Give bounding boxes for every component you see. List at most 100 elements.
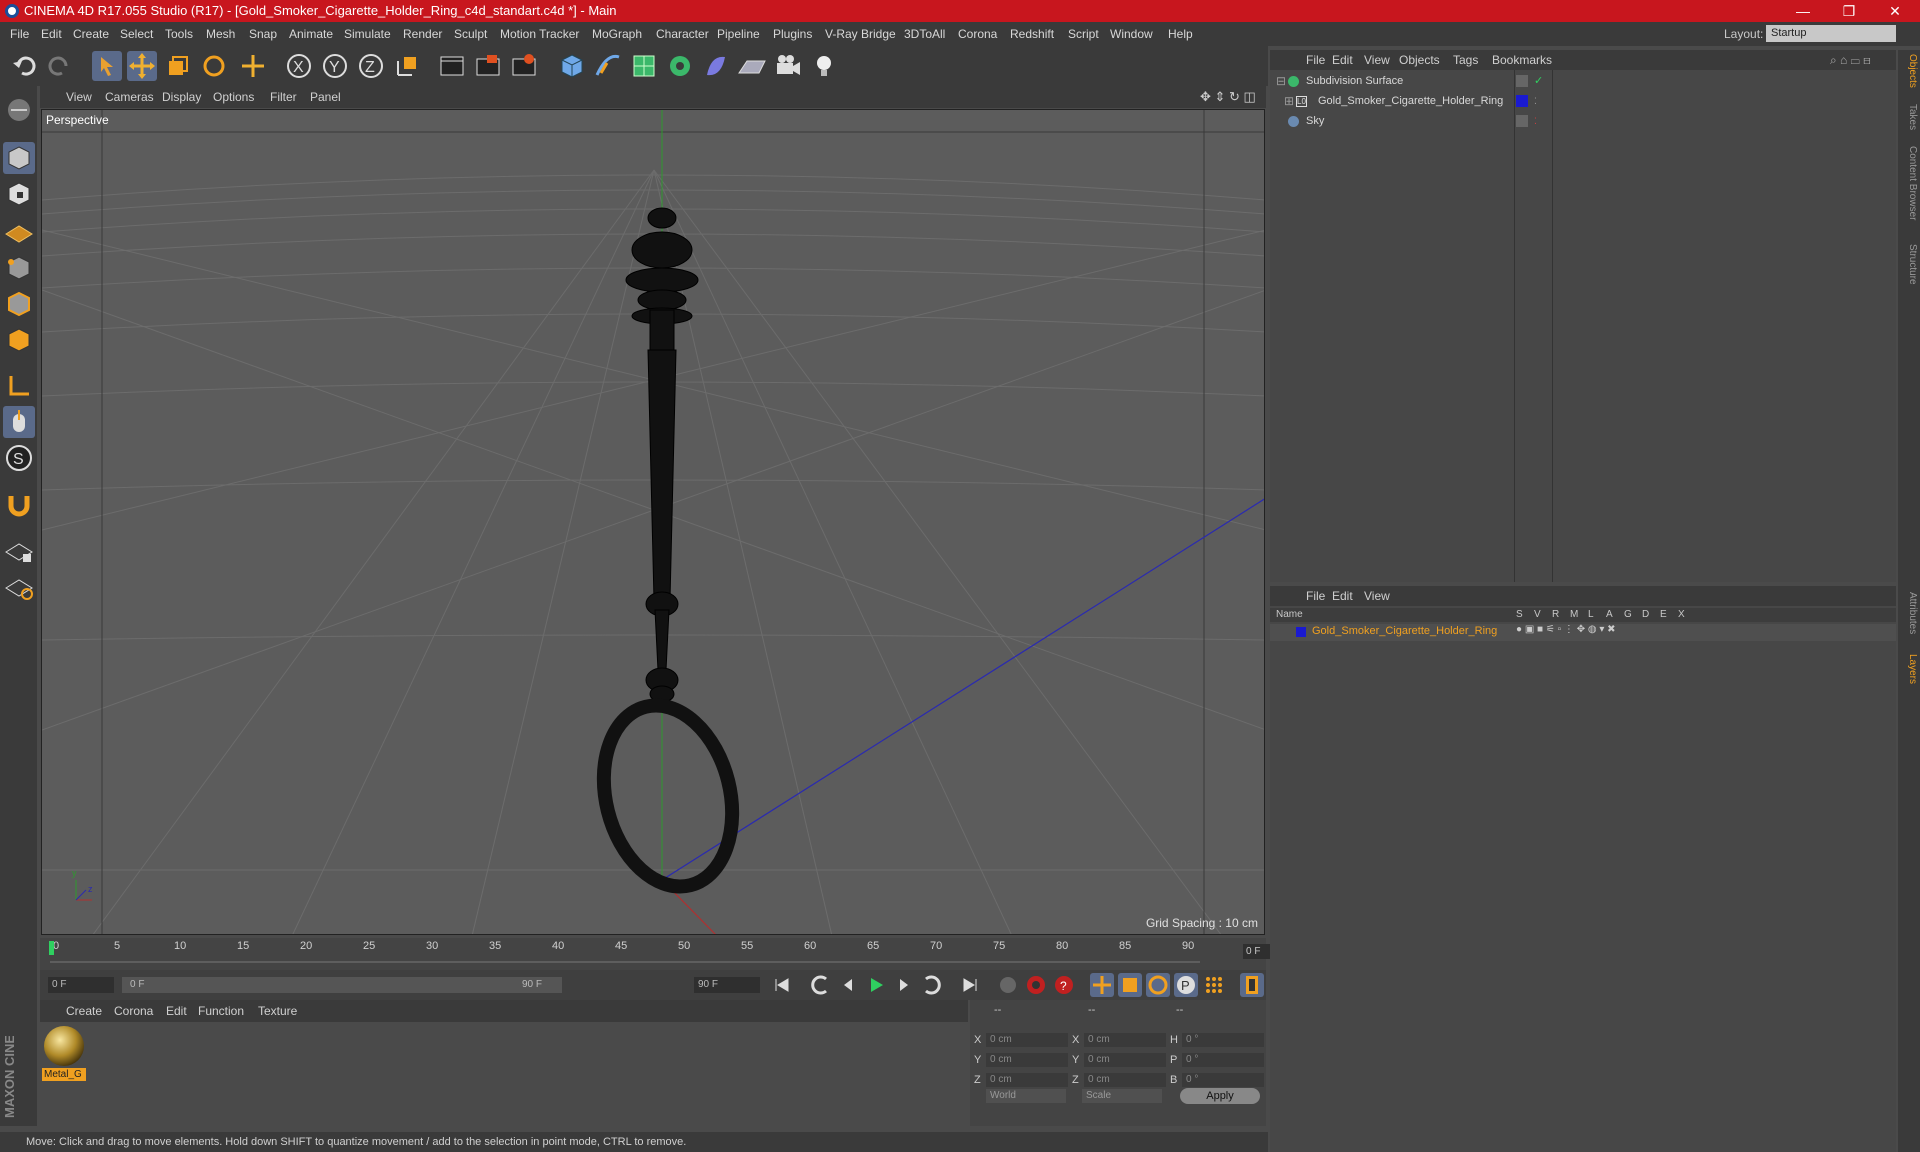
undo-icon[interactable] [10, 51, 40, 81]
go-to-end-icon[interactable] [958, 973, 982, 997]
layer-tag-icon[interactable] [1516, 115, 1528, 127]
viewport-menu-cameras[interactable]: Cameras [105, 86, 154, 108]
key-scale-icon[interactable] [1118, 973, 1142, 997]
position-z-field[interactable]: 0 cm [986, 1073, 1068, 1087]
keyframe-lock-icon[interactable] [996, 973, 1020, 997]
material-menu-texture[interactable]: Texture [258, 1000, 297, 1022]
autokey-icon[interactable]: ? [1052, 973, 1076, 997]
array-icon[interactable] [665, 51, 695, 81]
material-menu-function[interactable]: Function [198, 1000, 244, 1022]
z-axis-icon[interactable]: Z [356, 51, 386, 81]
texture-mode-icon[interactable] [3, 178, 35, 210]
render-picture-viewer-icon[interactable] [473, 51, 503, 81]
select-arrow-icon[interactable] [92, 51, 122, 81]
viewport-camera-label[interactable]: Perspective [46, 113, 109, 127]
go-to-start-icon[interactable] [770, 973, 794, 997]
layer-menu-file[interactable]: File [1306, 586, 1325, 606]
timeline[interactable]: 0 5 10 15 20 25 30 35 40 45 50 55 60 65 … [40, 938, 1306, 970]
previous-key-icon[interactable] [808, 973, 832, 997]
object-menu-bookmarks[interactable]: Bookmarks [1492, 50, 1552, 70]
snap-icon[interactable]: S [3, 442, 35, 474]
close-button[interactable]: ✕ [1872, 0, 1918, 22]
layer-color-icon[interactable] [1516, 95, 1528, 107]
menu-3dtoall[interactable]: 3DToAll [904, 22, 945, 46]
axis-icon[interactable] [3, 370, 35, 402]
position-x-field[interactable]: 0 cm [986, 1033, 1068, 1047]
play-icon[interactable] [864, 973, 888, 997]
material-item[interactable]: Metal_G [40, 1022, 90, 1084]
end-frame-field[interactable]: 90 F [694, 977, 760, 993]
tab-content-browser[interactable]: Content Browser [1900, 146, 1918, 220]
menu-corona[interactable]: Corona [958, 22, 997, 46]
object-menu-edit[interactable]: Edit [1332, 50, 1353, 70]
object-row[interactable]: ⊞ L0 Gold_Smoker_Cigarette_Holder_Ring ⁚ [1270, 92, 1896, 111]
menu-create[interactable]: Create [73, 22, 109, 46]
apply-button[interactable]: Apply [1180, 1088, 1260, 1104]
object-name[interactable]: Gold_Smoker_Cigarette_Holder_Ring [1318, 92, 1503, 111]
enabled-check-icon[interactable]: ✓ [1534, 72, 1543, 91]
viewport-menu-filter[interactable]: Filter [270, 86, 297, 108]
object-row[interactable]: Sky ⁚ [1270, 112, 1896, 131]
edit-render-settings-icon[interactable] [509, 51, 539, 81]
menu-simulate[interactable]: Simulate [344, 22, 391, 46]
key-point-level-icon[interactable] [1202, 973, 1226, 997]
key-position-icon[interactable] [1090, 973, 1114, 997]
next-frame-icon[interactable] [892, 973, 916, 997]
object-search-icon[interactable]: ⌕ ⌂ ▭ ⊟ [1830, 50, 1871, 70]
menu-animate[interactable]: Animate [289, 22, 333, 46]
menu-file[interactable]: File [10, 22, 29, 46]
cube-icon[interactable] [557, 51, 587, 81]
tweak-icon[interactable] [3, 406, 35, 438]
x-axis-icon[interactable]: X [284, 51, 314, 81]
layer-col-name[interactable]: Name [1276, 608, 1303, 622]
visibility-dots-icon[interactable]: ⁚ [1534, 92, 1537, 111]
frame-range-slider[interactable]: 0 F 90 F [122, 977, 562, 993]
layer-col-view[interactable]: V [1534, 608, 1541, 622]
viewport-menu-panel[interactable]: Panel [310, 86, 341, 108]
layer-row[interactable]: Gold_Smoker_Cigarette_Holder_Ring ● ▣ ■ … [1270, 624, 1896, 641]
layer-col-solo[interactable]: S [1516, 608, 1523, 622]
size-mode-dropdown[interactable]: Scale [1082, 1089, 1162, 1103]
material-menu-create[interactable]: Create [66, 1000, 102, 1022]
next-key-icon[interactable] [920, 973, 944, 997]
layer-toggle-icons[interactable]: ● ▣ ■ ⚟ ▫ ⋮ ✥ ◍ ▾ ✖ [1516, 624, 1616, 635]
menu-tools[interactable]: Tools [165, 22, 193, 46]
redo-icon[interactable] [44, 51, 74, 81]
scale-icon[interactable] [163, 51, 193, 81]
rotation-b-field[interactable]: 0 ° [1182, 1073, 1264, 1087]
object-menu-file[interactable]: File [1306, 50, 1325, 70]
polygons-mode-icon[interactable] [3, 324, 35, 356]
edges-mode-icon[interactable] [3, 288, 35, 320]
menu-mesh[interactable]: Mesh [206, 22, 235, 46]
pen-spline-icon[interactable] [593, 51, 623, 81]
deformer-icon[interactable] [701, 51, 731, 81]
light-icon[interactable] [809, 51, 839, 81]
key-parameter-icon[interactable]: P [1174, 973, 1198, 997]
viewport-navigate-icons[interactable]: ✥ ⇕ ↻ ◫ [1200, 86, 1256, 108]
material-menu-edit[interactable]: Edit [166, 1000, 187, 1022]
tree-expand-icon[interactable]: ⊟ [1276, 72, 1286, 91]
menu-render[interactable]: Render [403, 22, 442, 46]
menu-select[interactable]: Select [120, 22, 153, 46]
object-row[interactable]: ⊟ Subdivision Surface ✓ [1270, 72, 1896, 91]
layer-col-expressions[interactable]: E [1660, 608, 1667, 622]
minimize-button[interactable]: — [1780, 0, 1826, 22]
object-menu-view[interactable]: View [1364, 50, 1390, 70]
tab-attributes[interactable]: Attributes [1900, 592, 1918, 634]
layer-name[interactable]: Gold_Smoker_Cigarette_Holder_Ring [1312, 625, 1497, 637]
make-editable-icon[interactable] [3, 94, 35, 126]
start-frame-field[interactable]: 0 F [48, 977, 114, 993]
menu-motion-tracker[interactable]: Motion Tracker [500, 22, 579, 46]
menu-script[interactable]: Script [1068, 22, 1099, 46]
coordinate-mode-dropdown[interactable]: World [986, 1089, 1066, 1103]
object-name[interactable]: Subdivision Surface [1306, 72, 1403, 91]
menu-snap[interactable]: Snap [249, 22, 277, 46]
viewport-menu-view[interactable]: View [66, 86, 92, 108]
y-axis-icon[interactable]: Y [320, 51, 350, 81]
menu-window[interactable]: Window [1110, 22, 1153, 46]
rotation-h-field[interactable]: 0 ° [1182, 1033, 1264, 1047]
workplane-lock-icon[interactable] [3, 534, 35, 566]
layer-menu-view[interactable]: View [1364, 586, 1390, 606]
coordinate-system-icon[interactable] [392, 51, 422, 81]
layer-col-manager[interactable]: M [1570, 608, 1578, 622]
